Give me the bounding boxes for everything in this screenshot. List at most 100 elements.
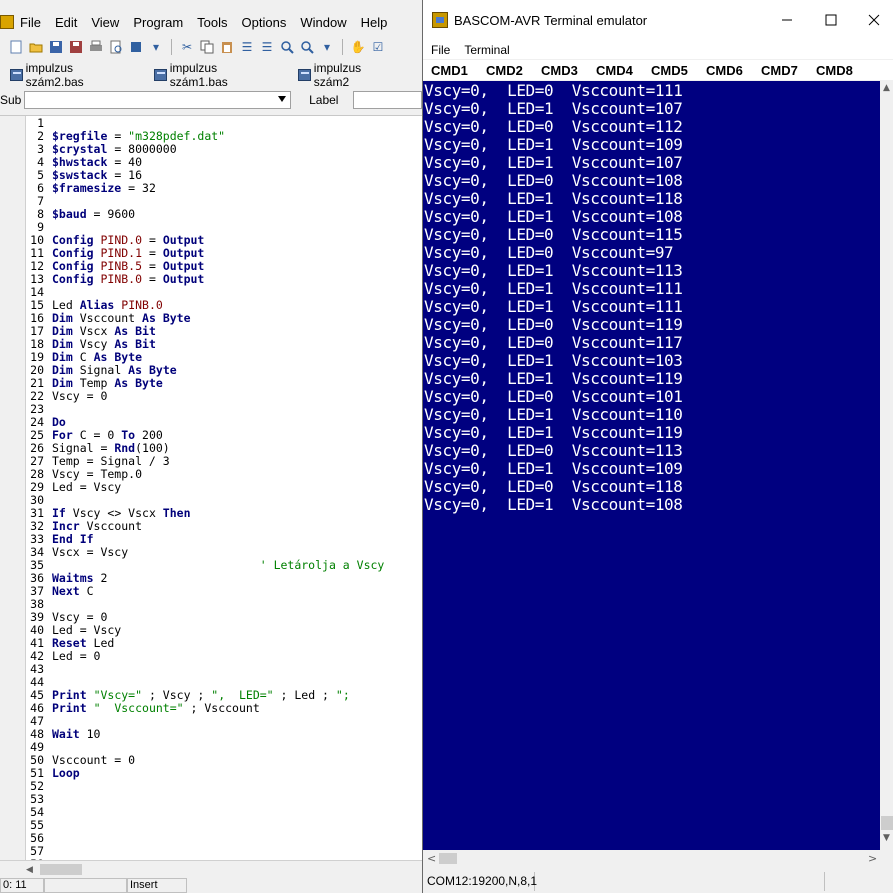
hand-icon[interactable]: ✋ bbox=[350, 39, 366, 55]
code-line: 8 $baud = 9600 bbox=[30, 208, 422, 221]
terminal-menu-file[interactable]: File bbox=[431, 43, 450, 57]
print-icon[interactable] bbox=[88, 39, 104, 55]
code-line: 57 bbox=[30, 845, 422, 858]
chip-icon[interactable] bbox=[128, 39, 144, 55]
menu-file[interactable]: File bbox=[20, 15, 41, 30]
terminal-horizontal-scrollbar[interactable]: < > bbox=[423, 850, 893, 867]
minimize-icon[interactable] bbox=[779, 12, 795, 28]
scroll-down-arrow-icon[interactable]: ▼ bbox=[883, 833, 890, 843]
scrollbar-thumb[interactable] bbox=[881, 816, 893, 830]
bas-file-icon bbox=[154, 69, 167, 81]
terminal-line: Vscy=0, LED=0 Vsccount=97 bbox=[424, 243, 674, 262]
terminal-line: Vscy=0, LED=0 Vsccount=119 bbox=[424, 315, 683, 334]
cursor-position: 0: 11 bbox=[0, 878, 44, 893]
scrollbar-thumb[interactable] bbox=[40, 864, 82, 875]
unindent-icon[interactable]: ☰ bbox=[259, 39, 275, 55]
code-line: 55 bbox=[30, 819, 422, 832]
scroll-left-arrow-icon[interactable]: ◀ bbox=[26, 865, 33, 875]
dropdown-arrow-icon[interactable]: ▾ bbox=[148, 39, 164, 55]
terminal-menubar: File Terminal bbox=[423, 40, 893, 59]
terminal-menu-terminal[interactable]: Terminal bbox=[464, 43, 509, 57]
terminal-titlebar[interactable]: BASCOM-AVR Terminal emulator bbox=[423, 0, 893, 40]
close-icon[interactable] bbox=[866, 12, 882, 28]
file-tab-label: impulzus szám2 bbox=[313, 61, 362, 89]
new-file-icon[interactable] bbox=[8, 39, 24, 55]
code-text: Wait 10 bbox=[52, 727, 101, 741]
code-line: 48 Wait 10 bbox=[30, 728, 422, 741]
terminal-vertical-scrollbar[interactable]: ▲ ▼ bbox=[880, 81, 893, 850]
terminal-command-bar: CMD1 CMD2 CMD3 CMD4 CMD5 CMD6 CMD7 CMD8 bbox=[423, 60, 893, 80]
print-preview-icon[interactable] bbox=[108, 39, 124, 55]
indent-icon[interactable]: ☰ bbox=[239, 39, 255, 55]
code-line: 46 Print " Vsccount=" ; Vsccount bbox=[30, 702, 422, 715]
code-editor[interactable]: 1 2 $regfile = "m328pdef.dat" 3 $crystal = 8… bbox=[0, 115, 422, 860]
code-line: 23 bbox=[30, 403, 422, 416]
terminal-line: Vscy=0, LED=0 Vsccount=101 bbox=[424, 387, 683, 406]
menu-options[interactable]: Options bbox=[242, 15, 287, 30]
code-lines: 1 2 $regfile = "m328pdef.dat" 3 $crystal = 8… bbox=[30, 117, 422, 861]
cmd3-button[interactable]: CMD3 bbox=[533, 63, 588, 78]
editor-horizontal-scrollbar[interactable]: ◀ bbox=[0, 860, 422, 877]
code-line: 56 bbox=[30, 832, 422, 845]
dropdown-arrow-icon[interactable]: ▾ bbox=[319, 39, 335, 55]
code-line: 13 Config PINB.0 = Output bbox=[30, 273, 422, 286]
menu-tools[interactable]: Tools bbox=[197, 15, 227, 30]
menu-window[interactable]: Window bbox=[300, 15, 346, 30]
paste-icon[interactable] bbox=[219, 39, 235, 55]
cmd1-button[interactable]: CMD1 bbox=[423, 63, 478, 78]
find-icon[interactable] bbox=[279, 39, 295, 55]
terminal-output[interactable]: Vscy=0, LED=0 Vsccount=111 Vscy=0, LED=1 … bbox=[423, 81, 880, 850]
code-line: 52 bbox=[30, 780, 422, 793]
status-empty bbox=[535, 872, 825, 891]
code-line: 22 Vscy = 0 bbox=[30, 390, 422, 403]
sub-dropdown[interactable] bbox=[23, 91, 292, 109]
status-empty bbox=[44, 878, 127, 893]
cut-icon[interactable]: ✂ bbox=[179, 39, 195, 55]
code-text: Config PINB.0 = Output bbox=[52, 272, 205, 286]
code-text: $baud = 9600 bbox=[52, 207, 136, 221]
code-line: 42 Led = 0 bbox=[30, 650, 422, 663]
checkbox-icon[interactable]: ☑ bbox=[370, 39, 386, 55]
file-tab-label: impulzus szám1.bas bbox=[169, 61, 228, 89]
scroll-right-arrow-icon[interactable]: > bbox=[868, 852, 877, 865]
cmd5-button[interactable]: CMD5 bbox=[643, 63, 698, 78]
terminal-line: Vscy=0, LED=1 Vsccount=113 bbox=[424, 261, 683, 280]
label-dropdown[interactable] bbox=[352, 91, 422, 109]
cmd2-button[interactable]: CMD2 bbox=[478, 63, 533, 78]
file-tab[interactable]: impulzus szám2.bas bbox=[10, 61, 122, 89]
terminal-line: Vscy=0, LED=1 Vsccount=107 bbox=[424, 99, 683, 118]
ide-navigation-bar: Sub Label bbox=[0, 89, 422, 111]
menu-help[interactable]: Help bbox=[361, 15, 388, 30]
menu-edit[interactable]: Edit bbox=[55, 15, 77, 30]
file-tab[interactable]: impulzus szám2 bbox=[298, 61, 390, 89]
cmd6-button[interactable]: CMD6 bbox=[698, 63, 753, 78]
terminal-line: Vscy=0, LED=0 Vsccount=111 bbox=[424, 81, 683, 100]
desktop: File Edit View Program Tools Options Win… bbox=[0, 0, 893, 893]
menu-view[interactable]: View bbox=[91, 15, 119, 30]
menu-program[interactable]: Program bbox=[133, 15, 183, 30]
cmd4-button[interactable]: CMD4 bbox=[588, 63, 643, 78]
code-text: Print " Vsccount=" ; Vsccount bbox=[52, 701, 260, 715]
copy-icon[interactable] bbox=[199, 39, 215, 55]
terminal-line: Vscy=0, LED=1 Vsccount=103 bbox=[424, 351, 683, 370]
cmd8-button[interactable]: CMD8 bbox=[808, 63, 863, 78]
scrollbar-thumb[interactable] bbox=[439, 853, 457, 864]
save-all-icon[interactable] bbox=[68, 39, 84, 55]
scroll-left-arrow-icon[interactable]: < bbox=[427, 852, 436, 865]
code-line: 50 Vsccount = 0 bbox=[30, 754, 422, 767]
cmd7-button[interactable]: CMD7 bbox=[753, 63, 808, 78]
terminal-line: Vscy=0, LED=1 Vsccount=119 bbox=[424, 423, 683, 442]
open-folder-icon[interactable] bbox=[28, 39, 44, 55]
maximize-icon[interactable] bbox=[823, 12, 839, 28]
terminal-line: Vscy=0, LED=0 Vsccount=115 bbox=[424, 225, 683, 244]
code-line: 54 bbox=[30, 806, 422, 819]
terminal-line: Vscy=0, LED=1 Vsccount=107 bbox=[424, 153, 683, 172]
file-tab[interactable]: impulzus szám1.bas bbox=[154, 61, 266, 89]
sub-label: Sub bbox=[0, 93, 22, 107]
terminal-line: Vscy=0, LED=1 Vsccount=111 bbox=[424, 297, 683, 316]
find-next-icon[interactable] bbox=[299, 39, 315, 55]
save-icon[interactable] bbox=[48, 39, 64, 55]
scroll-up-arrow-icon[interactable]: ▲ bbox=[883, 83, 890, 93]
ide-statusbar: 0: 11 Insert bbox=[0, 878, 422, 893]
bascom-app-icon bbox=[0, 15, 14, 29]
